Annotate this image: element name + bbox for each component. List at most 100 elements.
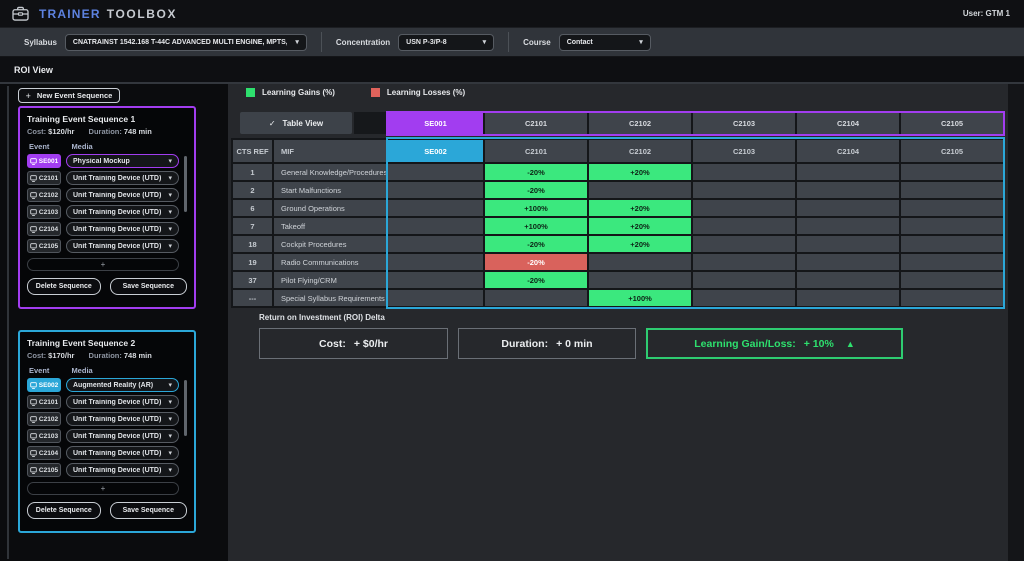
event-badge-C2105[interactable]: C2105: [27, 463, 61, 477]
roi-view-bar: ROI View: [0, 57, 1024, 84]
media-value: Unit Training Device (UTD): [73, 450, 168, 457]
delta-cell: -20%: [485, 182, 587, 198]
sequence-title: Training Event Sequence 2: [27, 338, 187, 348]
delta-cell: [388, 218, 483, 234]
delta-cell: [388, 290, 483, 306]
event-badge-C2102[interactable]: C2102: [27, 412, 61, 426]
delta-cell: [901, 200, 1003, 216]
event-badge-C2105[interactable]: C2105: [27, 239, 61, 253]
media-select-C2101[interactable]: Unit Training Device (UTD) ▾: [66, 171, 179, 185]
syllabus-select[interactable]: CNATRAINST 1542.168 T-44C ADVANCED MULTI…: [65, 34, 307, 51]
sidebar: + New Event Sequence Training Event Sequ…: [0, 84, 228, 561]
mif-value: Start Malfunctions: [274, 182, 386, 198]
media-select-C2105[interactable]: Unit Training Device (UTD) ▾: [66, 239, 179, 253]
delta-cell: +20%: [589, 164, 691, 180]
delta-cell: [693, 164, 795, 180]
delta-cell: [797, 218, 899, 234]
legend: Learning Gains (%) Learning Losses (%): [246, 88, 465, 97]
mif-header: MIF: [274, 140, 386, 162]
event-media-icon: [30, 382, 37, 389]
duration-delta-value: + 0 min: [556, 338, 592, 350]
tab-label: Table View: [283, 119, 324, 128]
course-select[interactable]: Contact ▾: [559, 34, 651, 51]
media-select-C2104[interactable]: Unit Training Device (UTD) ▾: [66, 222, 179, 236]
event-badge-C2103[interactable]: C2103: [27, 205, 61, 219]
delta-cell: [589, 182, 691, 198]
seq2-column-C2103: C2103: [693, 140, 795, 162]
event-code: C2101: [39, 399, 58, 406]
event-badge-C2104[interactable]: C2104: [27, 222, 61, 236]
event-media-icon: [30, 226, 37, 233]
sequence-column-headers: Event Media: [27, 142, 187, 151]
seq1-column-C2105: C2105: [901, 113, 1003, 134]
delta-cell: -20%: [485, 254, 587, 270]
media-value: Unit Training Device (UTD): [73, 243, 168, 250]
delta-cell: +100%: [589, 290, 691, 306]
seq2-column-C2102: C2102: [589, 140, 691, 162]
event-row-C2104: C2104 Unit Training Device (UTD) ▾: [27, 446, 187, 460]
concentration-value: USN P-3/P-8: [406, 39, 474, 46]
sequence-panel-1: Training Event Sequence 1 Cost:$120/hr D…: [18, 106, 196, 309]
event-row-C2101: C2101 Unit Training Device (UTD) ▾: [27, 395, 187, 409]
sidebar-scrollbar[interactable]: [7, 86, 9, 559]
media-select-SE001[interactable]: Physical Mockup ▾: [66, 154, 179, 168]
media-value: Unit Training Device (UTD): [73, 399, 168, 406]
gains-label: Learning Gains (%): [262, 88, 335, 97]
delta-cell: [693, 200, 795, 216]
event-badge-C2102[interactable]: C2102: [27, 188, 61, 202]
delta-cell: [901, 164, 1003, 180]
add-event-button[interactable]: +: [27, 258, 179, 271]
delete-sequence-button[interactable]: Delete Sequence: [27, 502, 101, 519]
event-badge-SE002[interactable]: SE002: [27, 378, 61, 392]
learning-delta-value: + 10%: [804, 338, 834, 350]
event-column-header: Event: [29, 366, 49, 375]
media-select-C2105[interactable]: Unit Training Device (UTD) ▾: [66, 463, 179, 477]
roi-delta-title: Return on Investment (ROI) Delta: [259, 313, 385, 322]
event-badge-C2104[interactable]: C2104: [27, 446, 61, 460]
event-list: SE001 Physical Mockup ▾ C2101 Unit Train…: [27, 154, 187, 253]
tab-table-view[interactable]: ✓ Table View: [240, 112, 352, 134]
delta-cell: [388, 200, 483, 216]
media-select-C2103[interactable]: Unit Training Device (UTD) ▾: [66, 429, 179, 443]
event-badge-C2101[interactable]: C2101: [27, 395, 61, 409]
delta-cell: [693, 236, 795, 252]
titlebar: TRAINERTOOLBOX User: GTM 1: [0, 0, 1024, 28]
save-sequence-button[interactable]: Save Sequence: [110, 278, 187, 295]
media-select-C2104[interactable]: Unit Training Device (UTD) ▾: [66, 446, 179, 460]
media-value: Unit Training Device (UTD): [73, 416, 168, 423]
media-select-C2103[interactable]: Unit Training Device (UTD) ▾: [66, 205, 179, 219]
sequence-panel-2: Training Event Sequence 2 Cost:$170/hr D…: [18, 330, 196, 533]
event-media-icon: [30, 450, 37, 457]
chevron-down-icon: ▾: [168, 449, 172, 457]
event-badge-C2103[interactable]: C2103: [27, 429, 61, 443]
event-badge-C2101[interactable]: C2101: [27, 171, 61, 185]
concentration-select[interactable]: USN P-3/P-8 ▾: [398, 34, 494, 51]
cost-delta-value: + $0/hr: [354, 338, 388, 350]
cost-value: $120/hr: [48, 127, 74, 136]
media-select-C2102[interactable]: Unit Training Device (UTD) ▾: [66, 412, 179, 426]
save-sequence-button[interactable]: Save Sequence: [110, 502, 187, 519]
chevron-down-icon: ▾: [168, 208, 172, 216]
event-media-icon: [30, 158, 37, 165]
event-badge-SE001[interactable]: SE001: [27, 154, 61, 168]
media-select-C2102[interactable]: Unit Training Device (UTD) ▾: [66, 188, 179, 202]
new-event-sequence-button[interactable]: + New Event Sequence: [18, 88, 120, 103]
delta-cell: [388, 182, 483, 198]
cts-ref-value: 6: [233, 200, 272, 216]
mif-value: Special Syllabus Requirements: [274, 290, 386, 306]
cost-label: Cost:: [27, 351, 46, 360]
delta-cell: [797, 290, 899, 306]
event-list: SE002 Augmented Reality (AR) ▾ C2101 Uni…: [27, 378, 187, 477]
add-event-button[interactable]: +: [27, 482, 179, 495]
sequence-scrollbar[interactable]: [184, 380, 187, 436]
chevron-down-icon: ▾: [168, 191, 172, 199]
delete-sequence-button[interactable]: Delete Sequence: [27, 278, 101, 295]
sequence-scrollbar[interactable]: [184, 156, 187, 212]
media-select-C2101[interactable]: Unit Training Device (UTD) ▾: [66, 395, 179, 409]
media-select-SE002[interactable]: Augmented Reality (AR) ▾: [66, 378, 179, 392]
event-code: C2104: [39, 450, 58, 457]
seq2-column-C2104: C2104: [797, 140, 899, 162]
losses-label: Learning Losses (%): [387, 88, 465, 97]
duration-value: 748 min: [124, 127, 152, 136]
chevron-down-icon: ▾: [295, 38, 299, 46]
